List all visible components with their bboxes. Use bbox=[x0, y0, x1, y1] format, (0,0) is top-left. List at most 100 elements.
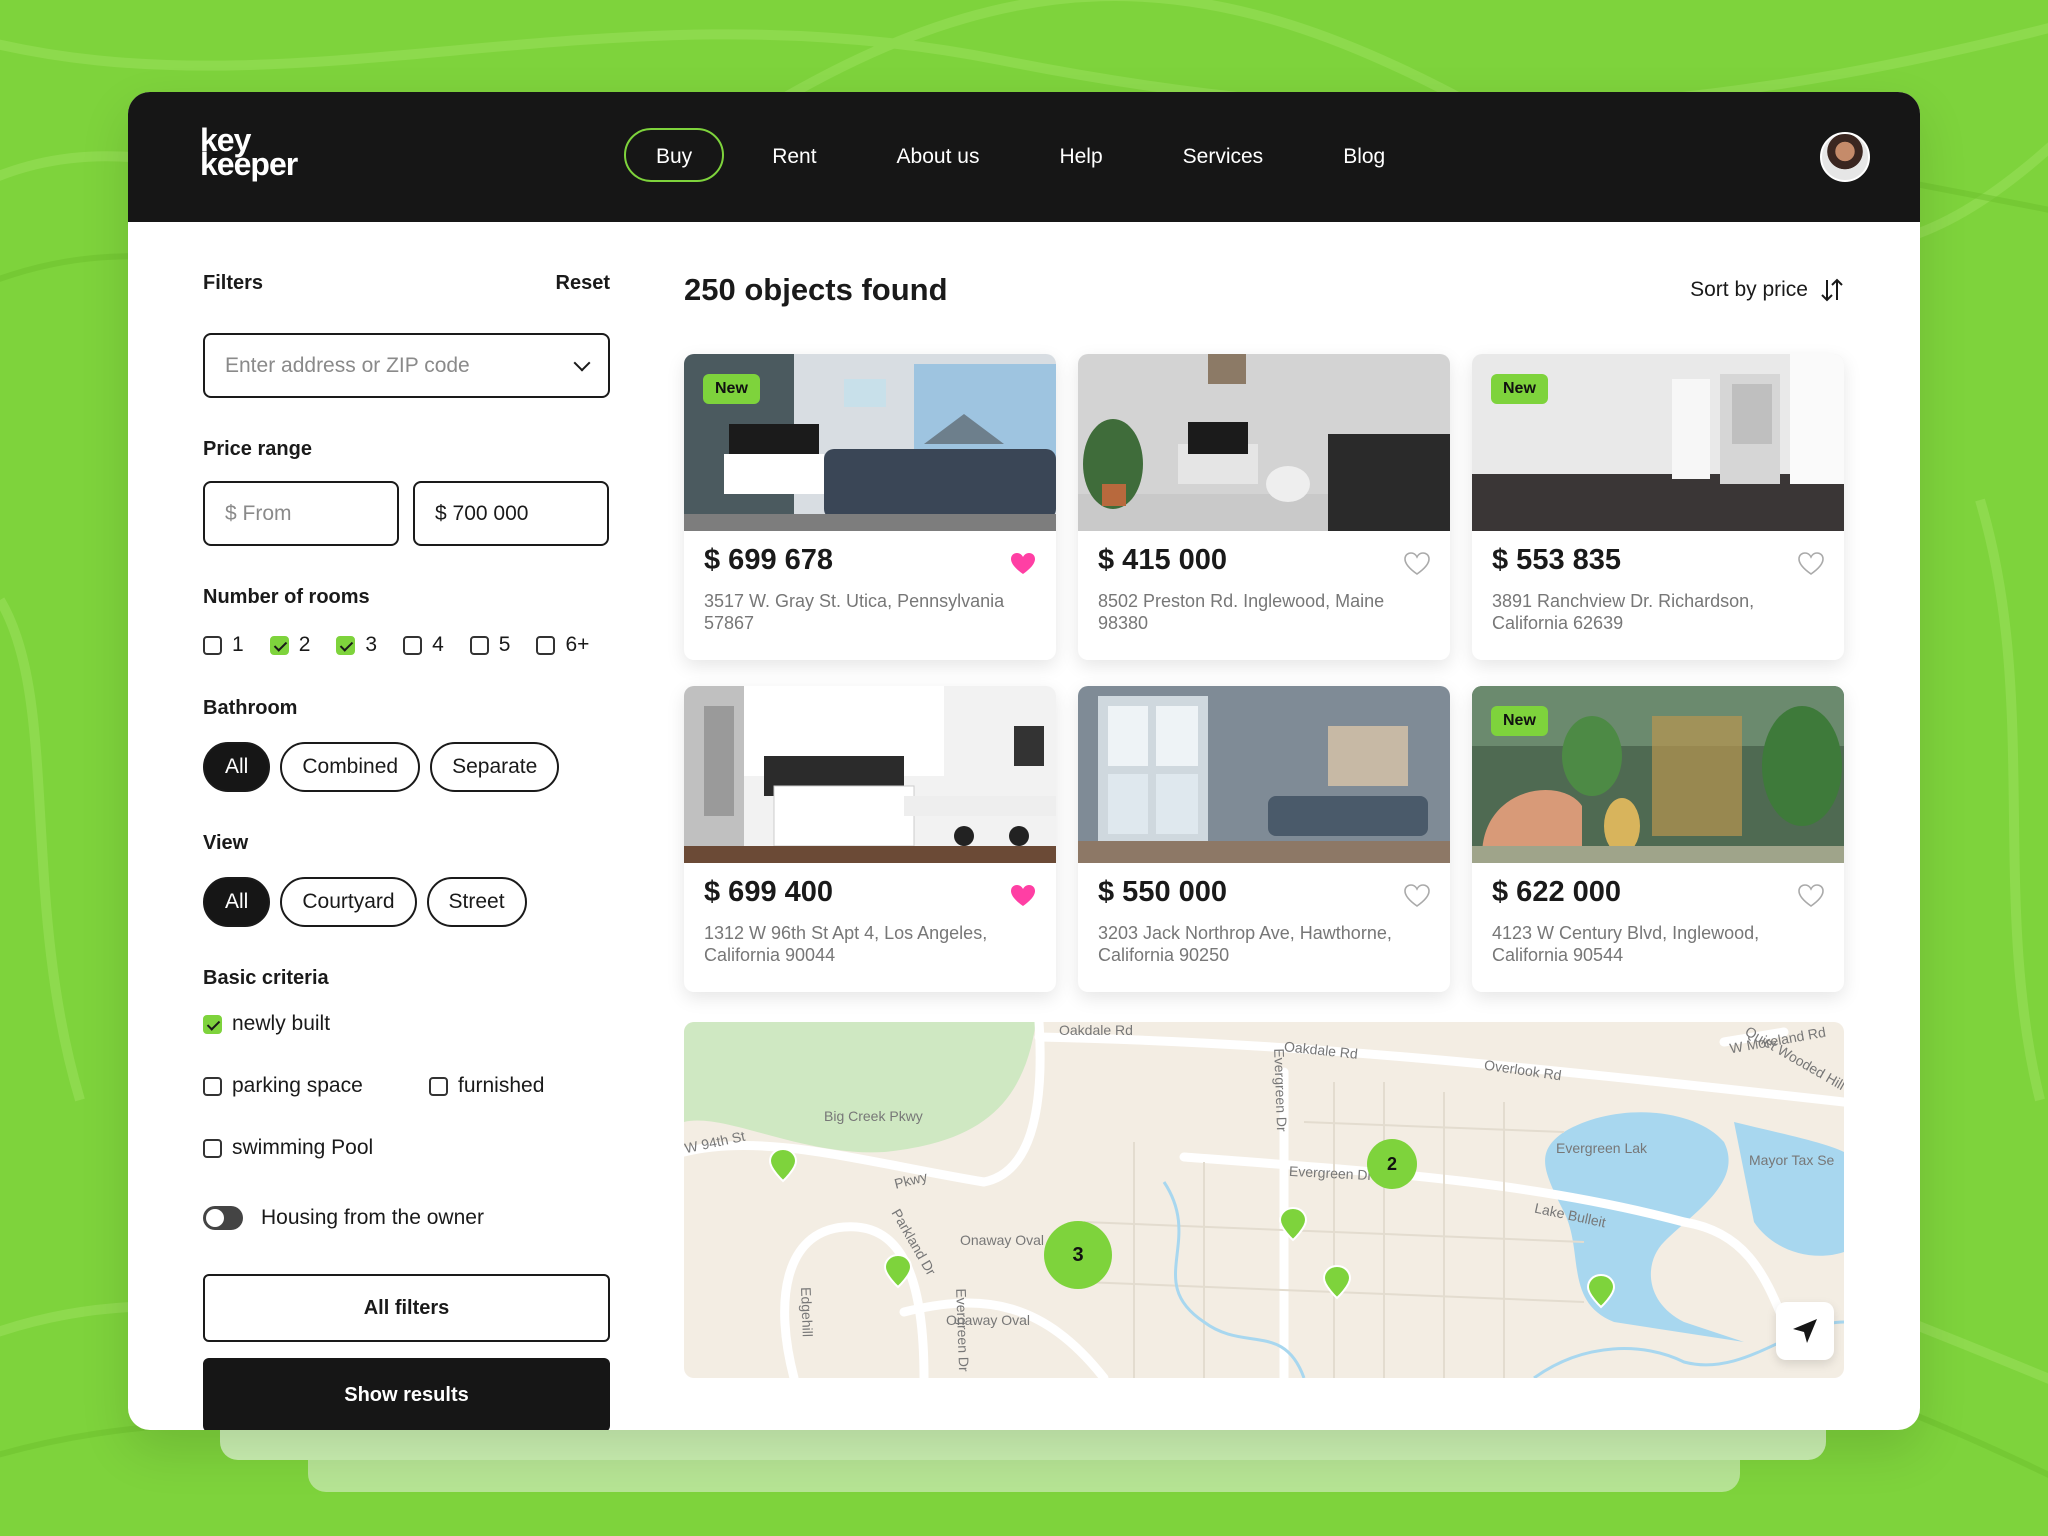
nav-item-about-us[interactable]: About us bbox=[865, 128, 1012, 182]
reset-button[interactable]: Reset bbox=[556, 272, 610, 295]
criteria-option[interactable]: newly built bbox=[203, 1012, 373, 1036]
checkbox[interactable] bbox=[429, 1076, 448, 1096]
room-option[interactable]: 5 bbox=[469, 633, 511, 657]
sort-button[interactable]: Sort by price bbox=[1690, 277, 1844, 303]
nav-item-help[interactable]: Help bbox=[1027, 128, 1134, 182]
nav-item-rent[interactable]: Rent bbox=[740, 128, 848, 182]
view-option-courtyard[interactable]: Courtyard bbox=[280, 877, 417, 927]
basic-criteria-title: Basic criteria bbox=[203, 967, 329, 989]
criteria-option[interactable]: furnished bbox=[429, 1074, 583, 1098]
listing-address: 4123 W Century Blvd, Inglewood, Californ… bbox=[1492, 923, 1760, 965]
listing-photo[interactable] bbox=[684, 686, 1056, 863]
nav-item-services[interactable]: Services bbox=[1151, 128, 1296, 182]
room-option-label: 2 bbox=[298, 633, 311, 656]
listing-price: $ 550 000 bbox=[1098, 876, 1228, 908]
favorite-heart-icon[interactable] bbox=[1010, 884, 1036, 908]
new-badge: New bbox=[1491, 374, 1548, 404]
all-filters-button[interactable]: All filters bbox=[203, 1274, 610, 1342]
listing-card[interactable]: $ 550 000 3203 Jack Northrop Ave, Hawthor… bbox=[1078, 686, 1450, 992]
listing-photo[interactable]: New bbox=[684, 354, 1056, 531]
checkbox[interactable] bbox=[469, 635, 489, 655]
user-avatar[interactable] bbox=[1820, 132, 1870, 182]
criteria-option[interactable]: parking space bbox=[203, 1074, 403, 1098]
checkbox[interactable] bbox=[203, 1014, 222, 1034]
room-option[interactable]: 2 bbox=[269, 633, 311, 657]
criteria-option[interactable]: swimming Pool bbox=[203, 1136, 403, 1160]
favorite-heart-icon[interactable] bbox=[1010, 552, 1036, 576]
listing-price: $ 699 678 bbox=[704, 544, 834, 576]
address-search-input[interactable]: Enter address or ZIP code bbox=[203, 333, 610, 398]
room-option-label: 5 bbox=[498, 633, 511, 656]
checkbox[interactable] bbox=[269, 635, 289, 655]
criteria-checkboxes: newly built parking space furnished swimmin… bbox=[203, 1012, 610, 1160]
view-option-street[interactable]: Street bbox=[426, 877, 527, 927]
view-option-all[interactable]: All bbox=[203, 877, 271, 927]
top-navigation: key keeper Buy Rent About us Help Services Bl… bbox=[128, 92, 1920, 222]
checkbox[interactable] bbox=[336, 635, 356, 655]
bathroom-option-all[interactable]: All bbox=[203, 742, 271, 792]
favorite-heart-icon[interactable] bbox=[1404, 552, 1430, 576]
navigation-arrow-icon bbox=[1793, 1319, 1817, 1343]
map-pin-icon bbox=[768, 1147, 798, 1183]
listing-photo[interactable] bbox=[1078, 354, 1450, 531]
results-count-title: 250 objects found bbox=[684, 272, 948, 307]
favorite-heart-icon[interactable] bbox=[1798, 884, 1824, 908]
listing-card[interactable]: New $ 622 000 4123 W Century Blvd, Inglewo… bbox=[1472, 686, 1844, 992]
listing-address: 3203 Jack Northrop Ave, Hawthorne, Calif… bbox=[1098, 923, 1392, 965]
room-option[interactable]: 4 bbox=[403, 633, 444, 657]
map-view[interactable]: Oakdale Rd Oakdale Rd Overlook Rd W Morelan… bbox=[684, 1022, 1844, 1378]
checkbox[interactable] bbox=[203, 635, 222, 655]
criteria-option-label: parking space bbox=[232, 1074, 363, 1097]
listing-price: $ 553 835 bbox=[1492, 544, 1622, 576]
locate-button[interactable] bbox=[1776, 1302, 1834, 1360]
bathroom-option-combined[interactable]: Combined bbox=[280, 742, 421, 792]
room-option-label: 3 bbox=[365, 633, 378, 656]
results-panel: 250 objects found Sort by price New $ 699… bbox=[684, 272, 1844, 992]
room-option[interactable]: 6+ bbox=[536, 633, 589, 657]
price-to-input[interactable]: $ 700 000 bbox=[413, 481, 609, 546]
checkbox[interactable] bbox=[403, 635, 423, 655]
chevron-down-icon bbox=[573, 354, 591, 371]
main-nav: Buy Rent About us Help Services Blog bbox=[624, 128, 1433, 182]
checkbox[interactable] bbox=[536, 635, 556, 655]
map-canvas bbox=[684, 1022, 1844, 1378]
listing-photo[interactable]: New bbox=[1472, 354, 1844, 531]
map-street-label: Edgehill bbox=[798, 1286, 816, 1338]
listing-price: $ 622 000 bbox=[1492, 876, 1622, 908]
room-option[interactable]: 1 bbox=[203, 633, 244, 657]
listing-card[interactable]: $ 415 000 8502 Preston Rd. Inglewood, Mai… bbox=[1078, 354, 1450, 660]
price-from-input[interactable]: $ From bbox=[203, 481, 399, 546]
listing-card[interactable]: New $ 553 835 3891 Ranchview Dr. Richardso… bbox=[1472, 354, 1844, 660]
favorite-heart-icon[interactable] bbox=[1404, 884, 1430, 908]
listing-card[interactable]: New $ 699 678 3517 W. Gray St. Utica, Penn… bbox=[684, 354, 1056, 660]
criteria-option-label: swimming Pool bbox=[232, 1136, 374, 1159]
listing-photo[interactable] bbox=[1078, 686, 1450, 863]
map-street-label: Oakdale Rd bbox=[1059, 1022, 1133, 1038]
sort-arrows-icon bbox=[1821, 278, 1843, 302]
listing-address: 3891 Ranchview Dr. Richardson, Californi… bbox=[1492, 591, 1755, 633]
map-street-label: Big Creek Pkwy bbox=[824, 1108, 923, 1124]
nav-item-blog[interactable]: Blog bbox=[1311, 128, 1417, 182]
listing-photo[interactable]: New bbox=[1472, 686, 1844, 863]
checkbox[interactable] bbox=[203, 1138, 222, 1158]
new-badge: New bbox=[1491, 706, 1548, 736]
map-street-label: Mayor Tax Se bbox=[1749, 1152, 1835, 1168]
listing-card[interactable]: $ 699 400 1312 W 96th St Apt 4, Los Angel… bbox=[684, 686, 1056, 992]
logo-line2: keeper bbox=[200, 146, 298, 182]
search-placeholder: Enter address or ZIP code bbox=[225, 353, 470, 377]
view-title: View bbox=[203, 832, 249, 854]
view-options: All Courtyard Street bbox=[203, 877, 610, 927]
room-option[interactable]: 3 bbox=[336, 633, 377, 657]
logo[interactable]: key keeper bbox=[200, 124, 298, 182]
app-window: key keeper Buy Rent About us Help Services Bl… bbox=[128, 92, 1920, 1430]
show-results-button[interactable]: Show results bbox=[203, 1358, 610, 1430]
map-cluster[interactable]: 3 bbox=[1044, 1221, 1112, 1289]
nav-item-buy[interactable]: Buy bbox=[624, 128, 725, 182]
map-street-label: Onaway Oval bbox=[960, 1232, 1045, 1248]
checkbox[interactable] bbox=[203, 1076, 222, 1096]
favorite-heart-icon[interactable] bbox=[1798, 552, 1824, 576]
map-cluster[interactable]: 2 bbox=[1367, 1139, 1417, 1189]
owner-toggle-label: Housing from the owner bbox=[261, 1206, 484, 1229]
bathroom-option-separate[interactable]: Separate bbox=[430, 742, 560, 792]
owner-toggle[interactable] bbox=[203, 1206, 243, 1230]
